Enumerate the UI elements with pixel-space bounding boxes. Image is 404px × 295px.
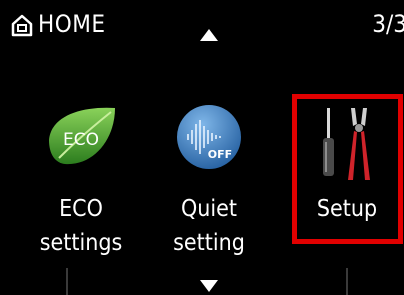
arrow-down-icon[interactable]: [199, 279, 219, 293]
page-indicator: 3/3: [372, 10, 404, 38]
tile-quiet-setting[interactable]: OFF Quiet setting: [144, 100, 274, 270]
home-title[interactable]: HOME: [38, 9, 106, 39]
selection-frame: [292, 94, 403, 244]
arrow-up-icon[interactable]: [199, 28, 219, 42]
divider-tick: [66, 268, 68, 295]
divider-tick: [346, 268, 348, 295]
tile-eco-label: ECO settings: [39, 196, 123, 256]
svg-text:ECO: ECO: [63, 130, 99, 150]
eco-leaf-icon: ECO: [49, 107, 115, 165]
tile-quiet-label: Quiet setting: [173, 196, 245, 256]
home-icon[interactable]: [11, 13, 33, 37]
tile-eco-settings[interactable]: ECO ECO settings: [16, 100, 146, 270]
status-bar: HOME 3/3: [0, 0, 404, 52]
quiet-wave-icon: OFF: [177, 105, 241, 169]
svg-text:OFF: OFF: [208, 148, 232, 161]
